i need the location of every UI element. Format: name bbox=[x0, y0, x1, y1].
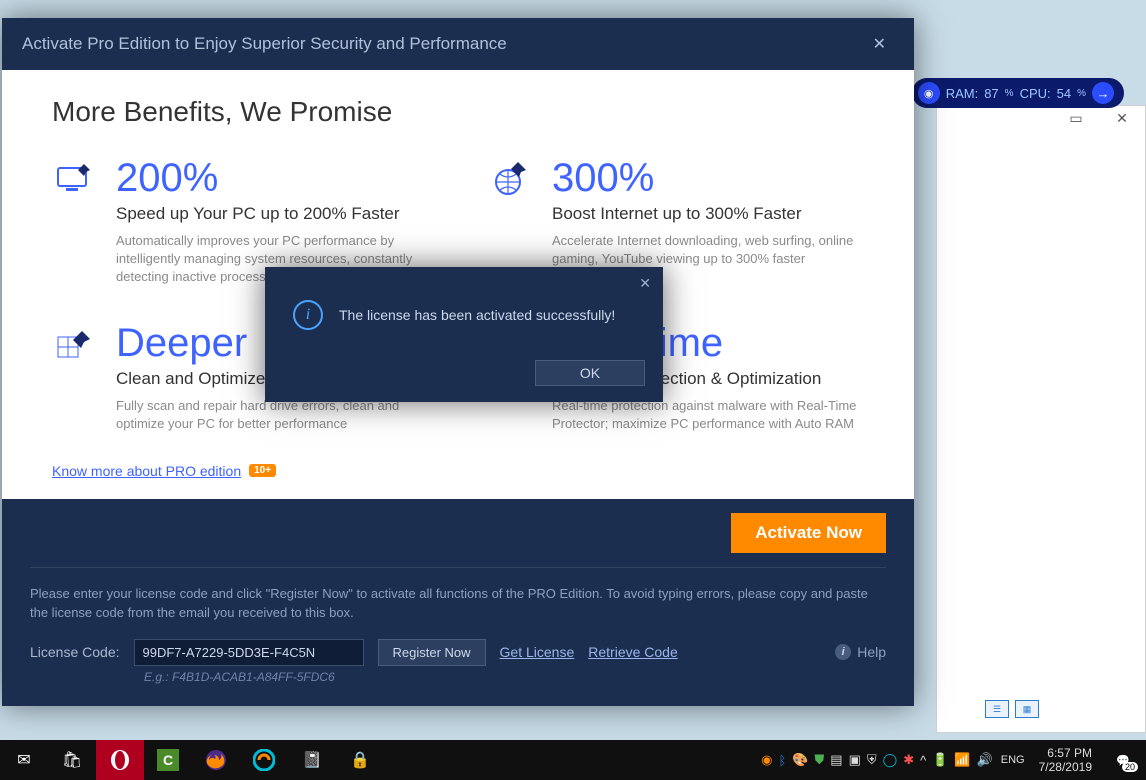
tray-icon[interactable]: ◉ bbox=[761, 752, 772, 768]
license-code-input[interactable] bbox=[134, 639, 364, 666]
ram-value: 87 bbox=[984, 86, 998, 101]
benefit-speed-sub: Speed up Your PC up to 200% Faster bbox=[116, 204, 428, 224]
window-title: Activate Pro Edition to Enjoy Superior S… bbox=[22, 34, 507, 54]
tray-icon[interactable]: ▣ bbox=[849, 752, 861, 768]
cpu-value: 54 bbox=[1057, 86, 1071, 101]
tray-icon[interactable]: 🎨 bbox=[792, 752, 808, 768]
tray-icon[interactable]: ✱ bbox=[903, 752, 914, 768]
action-center-icon[interactable]: 💬20 bbox=[1106, 746, 1140, 774]
taskbar-lock-icon[interactable]: 🔒 bbox=[336, 740, 384, 780]
taskbar-iobit-icon[interactable] bbox=[240, 740, 288, 780]
benefit-internet-big: 300% bbox=[552, 158, 864, 198]
help-link[interactable]: Help bbox=[857, 644, 886, 660]
taskbar-camtasia-icon[interactable]: C bbox=[144, 740, 192, 780]
benefit-realtime-desc: Real-time protection against malware wit… bbox=[552, 397, 864, 433]
ram-pct: % bbox=[1005, 88, 1014, 99]
taskbar-date: 7/28/2019 bbox=[1039, 760, 1092, 774]
benefit-speed-big: 200% bbox=[116, 158, 428, 198]
know-more-link[interactable]: Know more about PRO edition bbox=[52, 463, 241, 479]
taskbar-notes-icon[interactable]: 📓 bbox=[288, 740, 336, 780]
taskbar: ✉ 🛍 C 📓 🔒 ◉ ᛒ 🎨 ⛊ ▤ ▣ ⛨ ◯ ✱ ^ 🔋 📶 🔊 ENG … bbox=[0, 740, 1146, 780]
notif-count: 20 bbox=[1122, 762, 1138, 772]
tray-shield-icon[interactable]: ⛊ bbox=[815, 752, 825, 768]
page-heading: More Benefits, We Promise bbox=[52, 96, 864, 128]
license-example-text: E.g.: F4B1D-ACAB1-A84FF-5FDC6 bbox=[144, 670, 886, 684]
instructions-text: Please enter your license code and click… bbox=[30, 584, 886, 623]
bg-minimize-button[interactable]: ▭ bbox=[1053, 104, 1099, 132]
background-window: ▭ ✕ ☰ ▦ bbox=[936, 105, 1146, 733]
taskbar-opera-icon[interactable] bbox=[96, 740, 144, 780]
help-icon: i bbox=[835, 644, 851, 660]
taskbar-time: 6:57 PM bbox=[1039, 746, 1092, 760]
retrieve-code-link[interactable]: Retrieve Code bbox=[588, 644, 678, 660]
cpu-pct: % bbox=[1077, 88, 1086, 99]
activation-success-dialog: ✕ i The license has been activated succe… bbox=[265, 267, 663, 402]
monitor-rocket-icon bbox=[52, 158, 98, 204]
bg-view-icon-list[interactable]: ☰ bbox=[985, 700, 1009, 718]
activate-now-button[interactable]: Activate Now bbox=[731, 513, 886, 553]
badge-count: 10+ bbox=[249, 464, 276, 477]
benefit-clean-desc: Fully scan and repair hard drive errors,… bbox=[116, 397, 428, 433]
get-license-link[interactable]: Get License bbox=[500, 644, 575, 660]
dialog-message: The license has been activated successfu… bbox=[339, 307, 615, 323]
bg-close-button[interactable]: ✕ bbox=[1099, 104, 1145, 132]
tray-language[interactable]: ENG bbox=[1001, 754, 1025, 766]
register-now-button[interactable]: Register Now bbox=[378, 639, 486, 666]
performance-pill[interactable]: ◉ RAM: 87% CPU: 54% → bbox=[912, 78, 1124, 108]
tray-chevron-up-icon[interactable]: ^ bbox=[920, 753, 926, 768]
tray-icon[interactable]: ▤ bbox=[830, 752, 842, 768]
benefit-internet-sub: Boost Internet up to 300% Faster bbox=[552, 204, 864, 224]
tray-icons-group[interactable]: ◉ ᛒ 🎨 ⛊ ▤ ▣ ⛨ ◯ ✱ ^ 🔋 📶 🔊 bbox=[761, 752, 993, 768]
dialog-ok-button[interactable]: OK bbox=[535, 360, 645, 386]
benefit-internet-desc: Accelerate Internet downloading, web sur… bbox=[552, 232, 864, 268]
tray-icon[interactable]: ◯ bbox=[883, 752, 898, 768]
svg-text:C: C bbox=[163, 752, 173, 768]
perf-gauge-icon: ◉ bbox=[918, 82, 940, 104]
taskbar-firefox-icon[interactable] bbox=[192, 740, 240, 780]
perf-expand-icon[interactable]: → bbox=[1092, 82, 1114, 104]
tray-bluetooth-icon[interactable]: ᛒ bbox=[779, 753, 787, 768]
license-code-label: License Code: bbox=[30, 644, 120, 660]
dialog-close-button[interactable]: ✕ bbox=[639, 275, 651, 292]
close-button[interactable]: ✕ bbox=[865, 30, 894, 58]
cpu-label: CPU: bbox=[1020, 86, 1051, 101]
broom-grid-icon bbox=[52, 323, 98, 369]
info-icon: i bbox=[293, 300, 323, 330]
taskbar-clock[interactable]: 6:57 PM 7/28/2019 bbox=[1033, 746, 1098, 775]
tray-wifi-icon[interactable]: 📶 bbox=[954, 752, 970, 768]
taskbar-mail-icon[interactable]: ✉ bbox=[0, 740, 48, 780]
titlebar: Activate Pro Edition to Enjoy Superior S… bbox=[2, 18, 914, 70]
bg-view-icon-grid[interactable]: ▦ bbox=[1015, 700, 1039, 718]
ram-label: RAM: bbox=[946, 86, 979, 101]
tray-volume-icon[interactable]: 🔊 bbox=[977, 752, 993, 768]
tray-defender-icon[interactable]: ⛨ bbox=[867, 752, 877, 768]
globe-rocket-icon bbox=[488, 158, 534, 204]
taskbar-store-icon[interactable]: 🛍 bbox=[48, 740, 96, 780]
tray-battery-icon[interactable]: 🔋 bbox=[932, 752, 948, 768]
